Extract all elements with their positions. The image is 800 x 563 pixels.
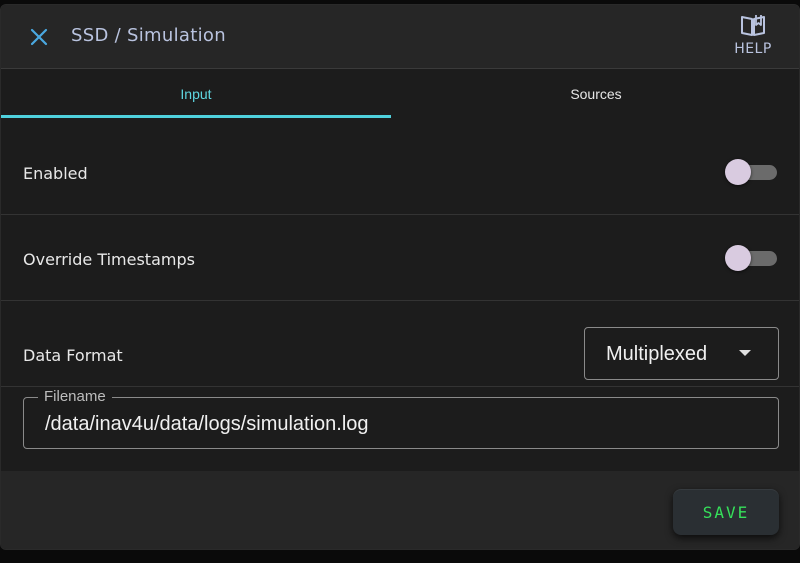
dialog-header: SSD / Simulation HELP xyxy=(1,5,799,69)
page-title: SSD / Simulation xyxy=(71,25,226,46)
setting-row-override-timestamps: Override Timestamps xyxy=(1,215,799,301)
close-button[interactable] xyxy=(27,25,51,49)
book-icon xyxy=(741,15,765,36)
tab-bar: Input Sources xyxy=(1,69,799,119)
setting-row-enabled: Enabled xyxy=(1,119,799,215)
filename-label: Filename xyxy=(38,388,112,405)
dialog-footer: SAVE xyxy=(1,471,799,549)
active-tab-indicator xyxy=(1,115,391,118)
filename-value[interactable]: /data/inav4u/data/logs/simulation.log xyxy=(45,413,369,436)
data-format-label: Data Format xyxy=(23,346,123,365)
override-timestamps-toggle[interactable] xyxy=(725,245,777,271)
enabled-label: Enabled xyxy=(23,164,88,183)
override-timestamps-label: Override Timestamps xyxy=(23,250,195,269)
dropdown-arrow-icon xyxy=(739,350,751,356)
toggle-knob xyxy=(725,159,751,185)
help-label: HELP xyxy=(734,41,772,57)
close-icon xyxy=(30,28,48,46)
setting-row-data-format: Data Format Multiplexed xyxy=(1,301,799,387)
toggle-knob xyxy=(725,245,751,271)
save-button[interactable]: SAVE xyxy=(673,489,779,535)
help-button[interactable]: HELP xyxy=(727,13,779,65)
dialog: SSD / Simulation HELP Input Sources Enab… xyxy=(0,4,800,550)
data-format-select[interactable]: Multiplexed xyxy=(584,327,779,380)
tab-input[interactable]: Input xyxy=(1,69,391,119)
data-format-value: Multiplexed xyxy=(606,343,708,365)
filename-field[interactable]: Filename /data/inav4u/data/logs/simulati… xyxy=(23,388,779,449)
tab-sources[interactable]: Sources xyxy=(401,69,791,119)
enabled-toggle[interactable] xyxy=(725,159,777,185)
